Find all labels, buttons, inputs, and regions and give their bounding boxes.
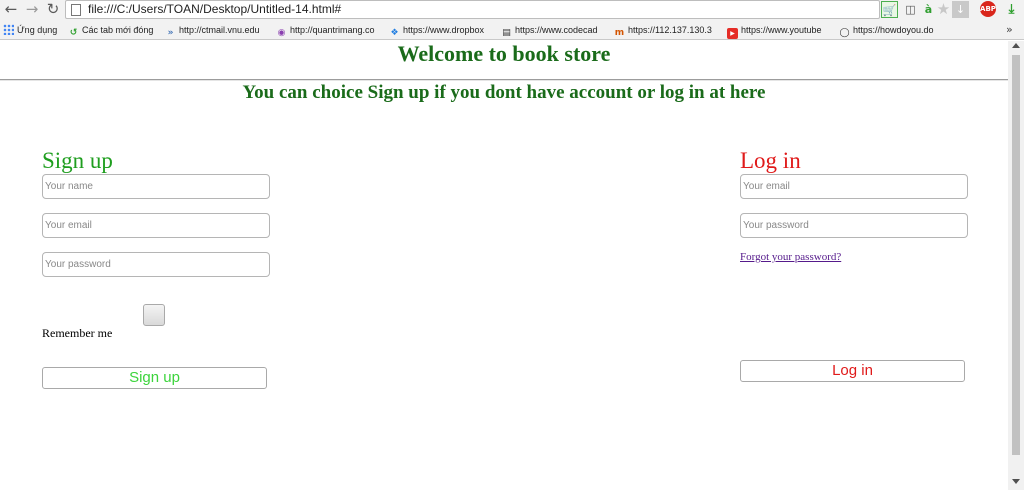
codecademy-icon: ▤ xyxy=(502,28,511,38)
scroll-down-icon[interactable] xyxy=(1012,479,1020,484)
address-bar[interactable]: file:///C:/Users/TOAN/Desktop/Untitled-1… xyxy=(65,0,880,19)
bookmark-codecademy[interactable]: ▤ https://www.codecad xyxy=(501,20,605,40)
history-icon: ↺ xyxy=(69,28,78,38)
remember-me-checkbox[interactable] xyxy=(143,304,165,326)
dropbox-icon: ❖ xyxy=(390,28,399,38)
bookmark-label: https://www.dropbox xyxy=(403,25,485,35)
forward-icon[interactable]: → xyxy=(24,1,40,17)
bookmarks-bar: Ứng dụng ↺ Các tab mới đóng » http://ctmai… xyxy=(0,20,1024,40)
signup-name-input[interactable] xyxy=(42,174,270,199)
bookmark-apps[interactable]: Ứng dụng xyxy=(3,20,63,40)
signup-heading: Sign up xyxy=(42,148,113,173)
bookmark-ip-address[interactable]: m https://112.137.130.3 xyxy=(614,20,718,40)
login-heading: Log in xyxy=(740,148,801,173)
signup-button[interactable]: Sign up xyxy=(42,367,267,389)
bookmark-label: http://quantrimang.co xyxy=(290,25,375,35)
bookmark-label: Ứng dụng xyxy=(17,25,58,35)
login-button[interactable]: Log in xyxy=(740,360,965,382)
vertical-scrollbar[interactable] xyxy=(1008,41,1024,490)
download-icon[interactable]: ⤓ xyxy=(1003,1,1020,18)
bookmark-dropbox[interactable]: ❖ https://www.dropbox xyxy=(389,20,493,40)
bookmark-label: http://ctmail.vnu.edu xyxy=(179,25,260,35)
youtube-icon: ▶ xyxy=(727,28,738,39)
bookmark-label: https://howdoyou.do xyxy=(853,25,934,35)
site-icon: m xyxy=(614,28,625,38)
page-icon xyxy=(71,4,81,16)
back-icon[interactable]: ← xyxy=(3,1,19,17)
bookmark-youtube[interactable]: ▶ https://www.youtube xyxy=(727,20,831,40)
bookmark-label: https://112.137.130.3 xyxy=(628,25,712,35)
adblock-icon[interactable]: ABP xyxy=(980,1,996,17)
translate-icon[interactable]: ◫ xyxy=(902,1,919,18)
bookmark-label: https://www.youtube xyxy=(741,25,822,35)
remember-me-label: Remember me xyxy=(42,326,113,340)
bookmark-quantrimang[interactable]: ◉ http://quantrimang.co xyxy=(276,20,381,40)
login-email-input[interactable] xyxy=(740,174,968,199)
download-arrow-icon[interactable]: ↓ xyxy=(952,1,969,18)
cart-extension-icon[interactable]: 🛒 xyxy=(881,1,898,18)
scrollbar-thumb[interactable] xyxy=(1012,55,1020,455)
bookmark-star-icon[interactable]: ★ xyxy=(935,1,952,18)
bookmark-howdoyou[interactable]: ◯ https://howdoyou.do xyxy=(839,20,942,40)
bookmark-ctmail[interactable]: » http://ctmail.vnu.edu xyxy=(165,20,267,40)
signup-email-input[interactable] xyxy=(42,213,270,238)
signup-password-input[interactable] xyxy=(42,252,270,277)
bookmark-label: https://www.codecad xyxy=(515,25,598,35)
speech-bubble-icon: ◯ xyxy=(839,28,850,38)
apps-grid-icon xyxy=(3,24,14,35)
page-subtitle: You can choice Sign up if you dont have … xyxy=(242,82,766,103)
reload-icon[interactable]: ↻ xyxy=(45,1,61,17)
site-icon: ◉ xyxy=(277,28,286,38)
more-bookmarks-chevron-icon[interactable]: » xyxy=(1006,20,1013,40)
browser-toolbar: ← → ↻ file:///C:/Users/TOAN/Desktop/Unti… xyxy=(0,0,1024,20)
address-bar-url[interactable]: file:///C:/Users/TOAN/Desktop/Untitled-1… xyxy=(88,2,341,16)
login-password-input[interactable] xyxy=(740,213,968,238)
site-icon: » xyxy=(167,28,174,38)
bookmark-recent-tabs[interactable]: ↺ Các tab mới đóng xyxy=(68,20,158,40)
page-content: Welcome to book store You can choice Sig… xyxy=(0,41,1008,490)
bookmark-label: Các tab mới đóng xyxy=(82,25,154,35)
scroll-up-icon[interactable] xyxy=(1012,43,1020,48)
page-title: Welcome to book store xyxy=(397,41,611,66)
forgot-password-link[interactable]: Forgot your password? xyxy=(740,251,841,263)
